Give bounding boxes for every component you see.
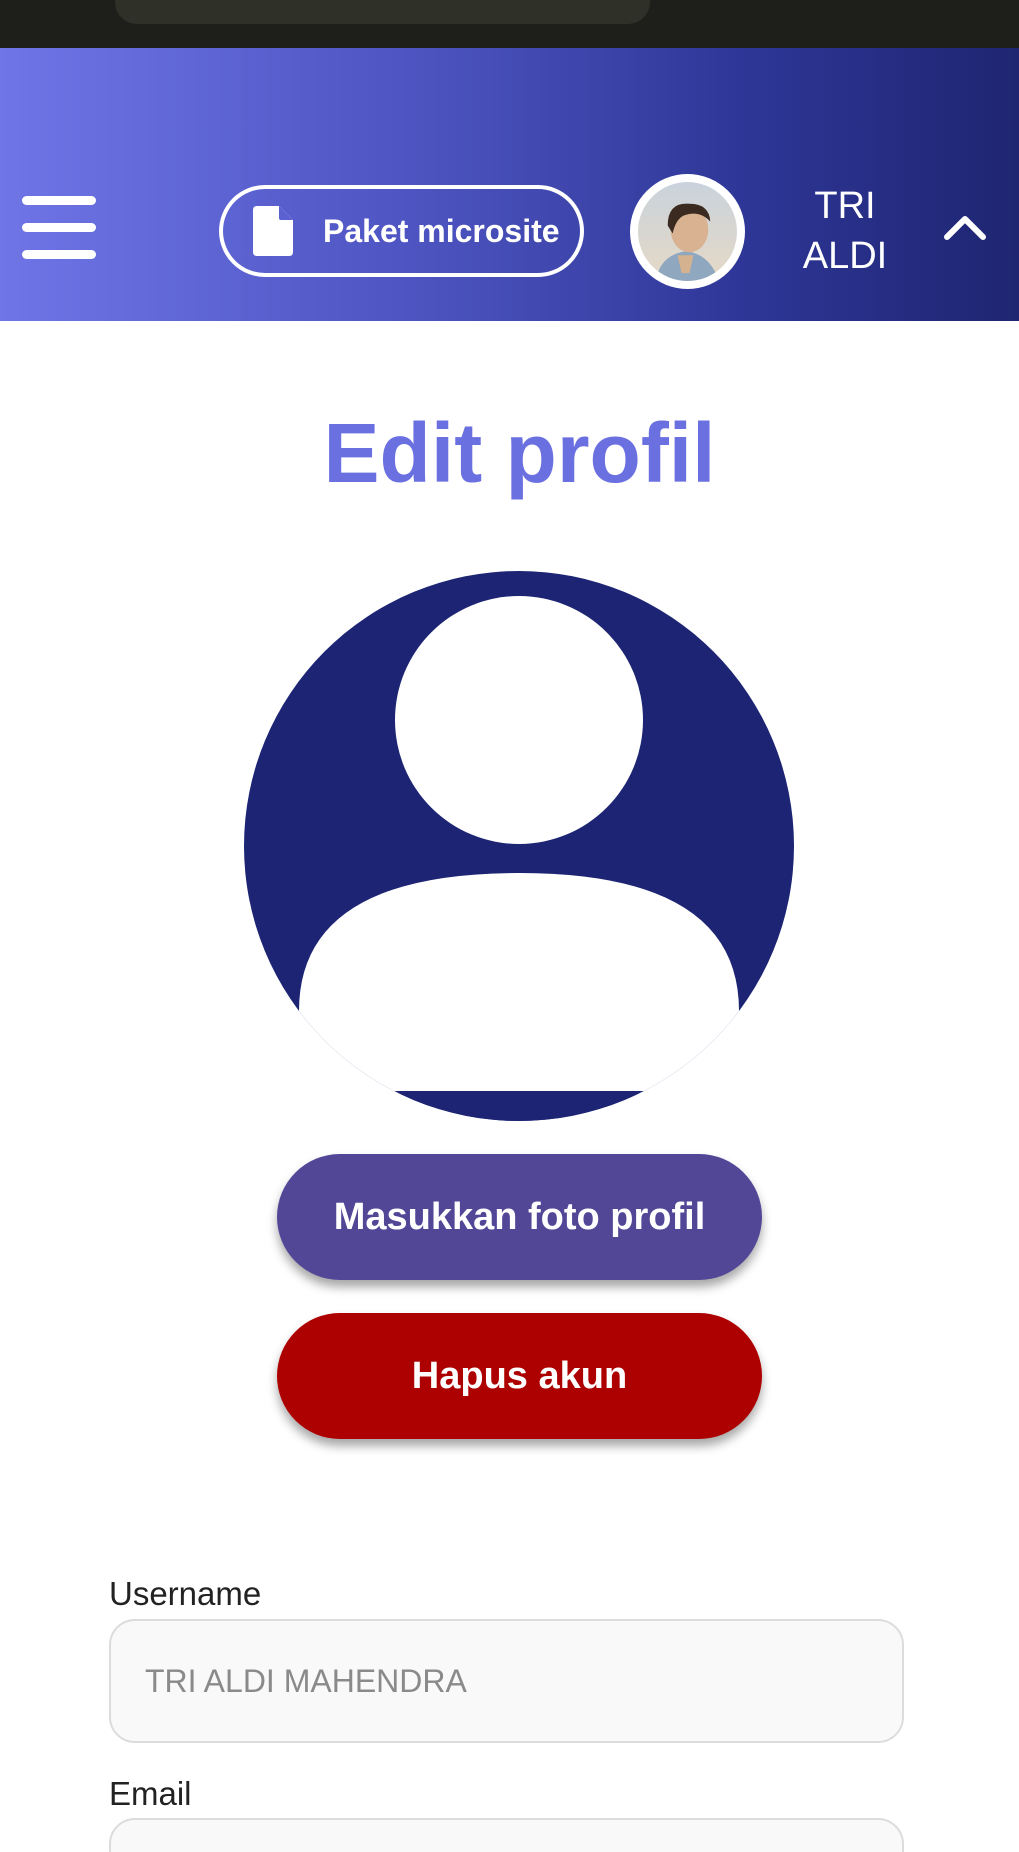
hamburger-menu-icon[interactable] [22, 196, 96, 260]
system-status-bar [0, 0, 1019, 48]
username-input[interactable] [109, 1619, 904, 1743]
user-name: TRI ALDI [775, 181, 915, 281]
email-input[interactable] [109, 1818, 904, 1852]
upload-photo-button[interactable]: Masukkan foto profil [277, 1154, 762, 1280]
delete-account-button[interactable]: Hapus akun [277, 1313, 762, 1439]
user-last-name: ALDI [802, 235, 888, 277]
user-first-name: TRI [814, 185, 876, 227]
paket-microsite-button[interactable]: Paket microsite [219, 185, 584, 277]
app-header: Paket microsite TRI ALDI [0, 48, 1019, 321]
user-avatar[interactable] [630, 174, 745, 289]
paket-microsite-label: Paket microsite [323, 212, 560, 249]
email-label: Email [109, 1775, 192, 1812]
status-bar-pill [115, 0, 650, 24]
page-title: Edit profil [323, 406, 716, 500]
avatar-photo [638, 182, 737, 281]
document-icon [253, 206, 293, 256]
username-label: Username [109, 1575, 262, 1612]
chevron-up-icon[interactable] [943, 211, 987, 241]
profile-photo-placeholder[interactable] [244, 571, 794, 1121]
